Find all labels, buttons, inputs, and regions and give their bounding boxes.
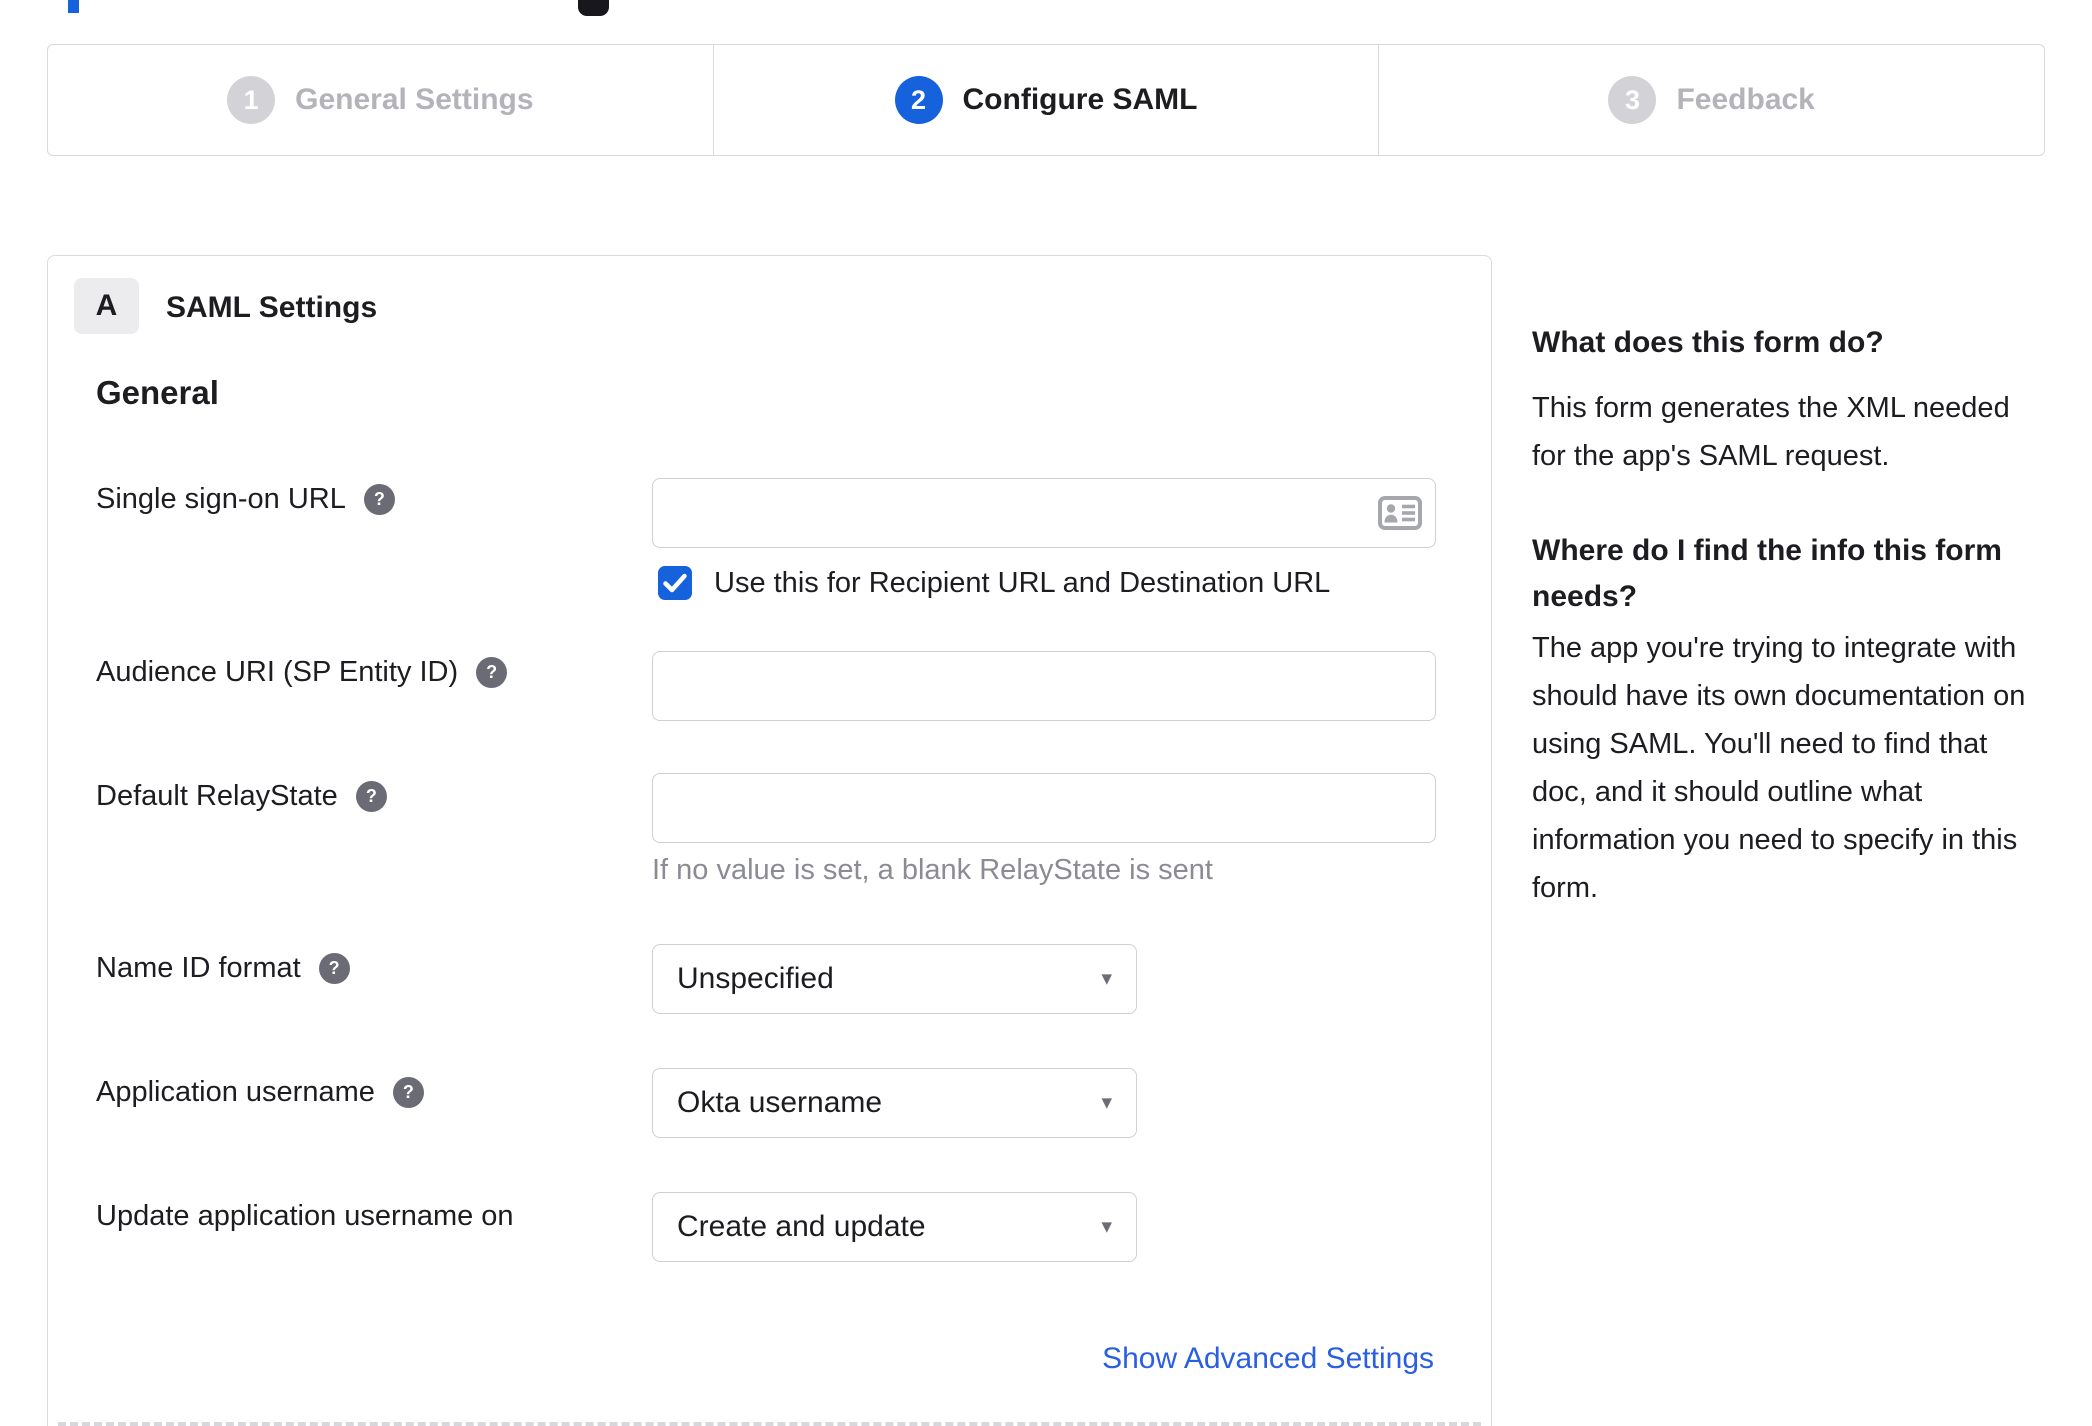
contact-card-icon [1378, 496, 1422, 530]
check-icon [663, 573, 687, 593]
help-icon[interactable]: ? [355, 780, 387, 812]
step-1-circle: 1 [227, 76, 276, 124]
general-heading: General [96, 374, 219, 411]
app-username-select[interactable]: Okta username ▾ [652, 1068, 1137, 1138]
update-username-value: Create and update [677, 1210, 926, 1243]
sidebar-answer-2-line: information you need to specify in this [1532, 824, 2018, 856]
relaystate-label: Default RelayState [96, 779, 338, 812]
app-username-label-row: Application username ? [96, 1073, 424, 1111]
update-username-label: Update application username on [96, 1199, 514, 1232]
step-2-circle: 2 [894, 76, 943, 124]
cutoff-dark-logo [578, 0, 609, 16]
relaystate-input[interactable] [652, 773, 1436, 843]
sidebar-answer-2-line: should have its own documentation on [1532, 680, 2026, 712]
sidebar-answer-2-line: The app you're trying to integrate with [1532, 632, 2017, 664]
sso-url-label-row: Single sign-on URL ? [96, 480, 395, 518]
sidebar-answer-1-line: This form generates the XML needed [1532, 392, 2010, 424]
recipient-url-checkbox[interactable] [658, 566, 692, 600]
app-username-label: Application username [96, 1075, 375, 1108]
sidebar-answer-2-line: using SAML. You'll need to find that [1532, 728, 1988, 760]
cutoff-blue-element [68, 0, 79, 13]
sidebar-answer-2-line: form. [1532, 872, 1599, 904]
sidebar-question-1: What does this form do? [1532, 326, 1884, 359]
step-general-settings[interactable]: 1 General Settings [48, 45, 713, 155]
section-a-badge: A [74, 278, 139, 334]
help-icon[interactable]: ? [392, 1076, 424, 1108]
sso-url-input[interactable] [652, 478, 1436, 548]
wizard-stepper: 1 General Settings 2 Configure SAML 3 Fe… [47, 44, 2045, 156]
step-1-label: General Settings [295, 83, 534, 116]
recipient-url-checkbox-row: Use this for Recipient URL and Destinati… [658, 566, 1330, 600]
update-username-label-row: Update application username on [96, 1197, 514, 1235]
saml-settings-panel: A SAML Settings General Single sign-on U… [47, 255, 1492, 1426]
sidebar-answer-2: The app you're trying to integrate with … [1532, 624, 2025, 912]
sidebar-question-2: Where do I find the info this form needs… [1532, 528, 2002, 620]
help-icon[interactable]: ? [318, 952, 350, 984]
relaystate-label-row: Default RelayState ? [96, 777, 387, 815]
section-title: SAML Settings [166, 291, 378, 324]
nameid-format-label-row: Name ID format ? [96, 949, 350, 987]
help-icon[interactable]: ? [363, 483, 395, 515]
step-3-label: Feedback [1676, 83, 1815, 116]
sidebar-answer-1-line: for the app's SAML request. [1532, 440, 1890, 472]
relaystate-hint: If no value is set, a blank RelayState i… [652, 854, 1213, 886]
audience-uri-input[interactable] [652, 651, 1436, 721]
audience-uri-label-row: Audience URI (SP Entity ID) ? [96, 653, 508, 691]
step-feedback[interactable]: 3 Feedback [1378, 45, 2044, 155]
audience-uri-label: Audience URI (SP Entity ID) [96, 655, 459, 688]
nameid-format-value: Unspecified [677, 962, 834, 995]
recipient-url-checkbox-label: Use this for Recipient URL and Destinati… [714, 566, 1331, 599]
step-3-circle: 3 [1608, 76, 1657, 124]
show-advanced-settings-link[interactable]: Show Advanced Settings [1102, 1342, 1434, 1376]
step-configure-saml[interactable]: 2 Configure SAML [712, 45, 1379, 155]
help-icon[interactable]: ? [476, 656, 508, 688]
sidebar-question-2-line: needs? [1532, 580, 1638, 613]
nameid-format-label: Name ID format [96, 951, 301, 984]
sso-url-label: Single sign-on URL [96, 482, 346, 515]
update-username-select[interactable]: Create and update ▾ [652, 1192, 1137, 1262]
chevron-down-icon: ▾ [1101, 1091, 1112, 1114]
chevron-down-icon: ▾ [1101, 1215, 1112, 1238]
sidebar-answer-1: This form generates the XML needed for t… [1532, 384, 2010, 480]
nameid-format-select[interactable]: Unspecified ▾ [652, 944, 1137, 1014]
app-username-value: Okta username [677, 1086, 883, 1119]
chevron-down-icon: ▾ [1101, 967, 1112, 990]
sidebar-question-2-line: Where do I find the info this form [1532, 534, 2002, 567]
step-2-label: Configure SAML [962, 83, 1198, 116]
sidebar-answer-2-line: doc, and it should outline what [1532, 776, 1923, 808]
dashed-section-divider [58, 1422, 1481, 1426]
